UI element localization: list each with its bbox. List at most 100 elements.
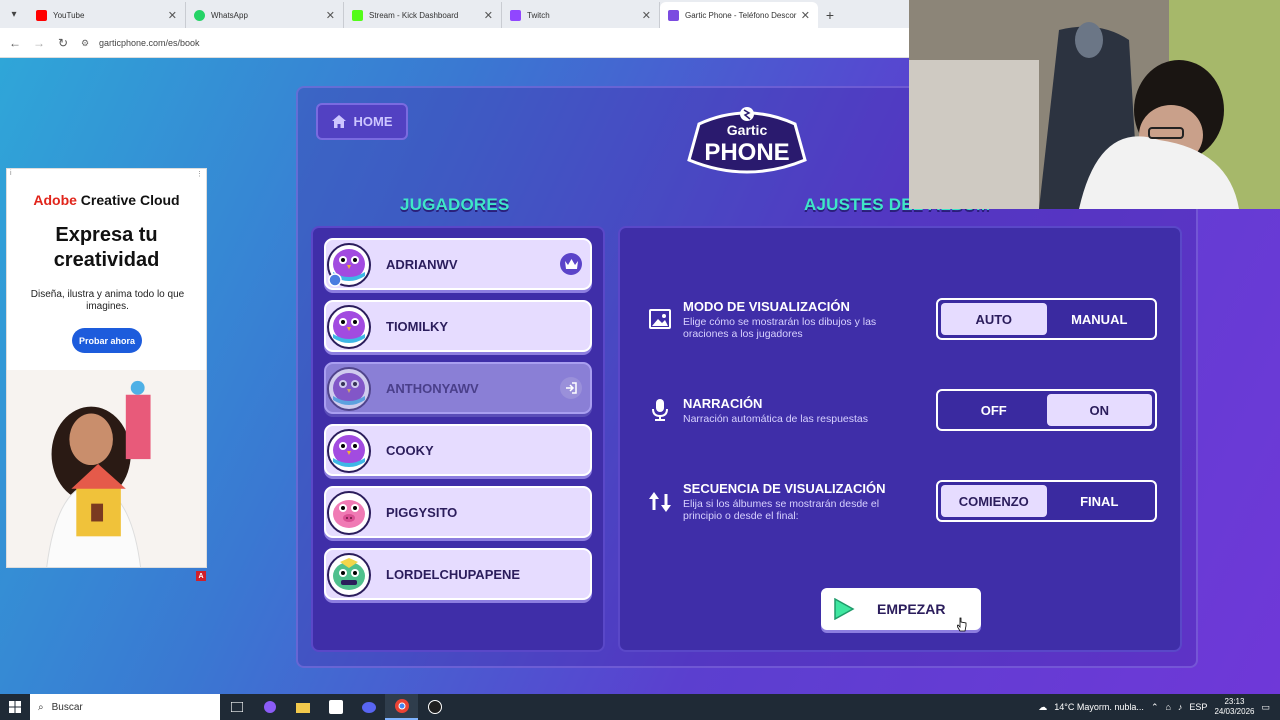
tab-title: Stream - Kick Dashboard	[369, 10, 459, 20]
chrome-icon[interactable]	[385, 694, 418, 720]
whatsapp-icon	[194, 9, 205, 21]
player-name: PIGGYSITO	[386, 504, 458, 520]
twitch-icon	[510, 9, 521, 21]
gartic-icon	[668, 9, 679, 21]
chevron-up-icon[interactable]: ⌃	[1151, 702, 1159, 713]
tab-title: WhatsApp	[211, 10, 248, 20]
ad-brand: Adobe Creative Cloud	[7, 192, 206, 208]
close-tab-icon[interactable]: ✕	[801, 9, 810, 22]
logo-top-text: Gartic	[727, 122, 768, 138]
kick-logo-icon	[352, 9, 363, 21]
sort-arrows-icon	[649, 492, 671, 512]
webcam-overlay	[909, 0, 1280, 209]
tab-gartic-phone[interactable]: Gartic Phone - Teléfono Descor ✕	[660, 2, 818, 28]
discord-icon[interactable]	[352, 694, 385, 720]
option-auto[interactable]: AUTO	[941, 303, 1047, 335]
player-card[interactable]: COOKY	[324, 424, 592, 476]
play-icon	[834, 598, 855, 620]
tab-title: YouTube	[53, 10, 85, 20]
crown-icon	[560, 253, 582, 275]
ad-info-icon[interactable]: i	[10, 170, 12, 178]
home-button[interactable]: HOME	[316, 103, 408, 140]
clock[interactable]: 23:13 24/03/2026	[1214, 697, 1254, 717]
option-on[interactable]: ON	[1046, 394, 1152, 426]
copilot-icon[interactable]	[253, 694, 286, 720]
network-icon[interactable]: ⌂	[1165, 702, 1170, 712]
image-icon	[649, 309, 671, 329]
youtube-icon	[36, 9, 47, 21]
url-text: garticphone.com/es/book	[99, 37, 200, 48]
player-avatar	[327, 243, 371, 287]
close-tab-icon[interactable]: ✕	[642, 9, 651, 22]
file-explorer-icon[interactable]	[286, 694, 319, 720]
player-card[interactable]: ANTHONYAWV	[324, 362, 592, 414]
view-mode-toggle: AUTO MANUAL	[936, 298, 1157, 340]
task-view-icon[interactable]	[220, 694, 253, 720]
player-card[interactable]: TIOMILKY	[324, 300, 592, 352]
setting-title: NARRACIÓN	[683, 396, 763, 411]
reload-icon[interactable]: ↻	[51, 36, 75, 50]
player-avatar	[327, 367, 371, 411]
player-name: COOKY	[386, 442, 434, 458]
player-avatar	[327, 429, 371, 473]
gartic-phone-logo: Gartic PHONE	[687, 107, 807, 174]
close-tab-icon[interactable]: ✕	[326, 9, 335, 22]
player-avatar	[327, 491, 371, 535]
obs-icon[interactable]	[418, 694, 451, 720]
ad-cta-button[interactable]: Probar ahora	[72, 328, 142, 353]
clock-time: 23:13	[1224, 697, 1245, 706]
system-tray: ☁ 14°C Mayorm. nubla... ⌃ ⌂ ♪ ESP 23:13 …	[1038, 694, 1280, 720]
logo-bottom-text: PHONE	[704, 139, 789, 166]
weather-text[interactable]: 14°C Mayorm. nubla...	[1054, 702, 1144, 712]
tab-search-icon[interactable]: ▾	[0, 0, 28, 28]
taskbar-search[interactable]: ⌕ Buscar	[30, 694, 220, 720]
sequence-toggle: COMIENZO FINAL	[936, 480, 1157, 522]
player-avatar	[327, 305, 371, 349]
tab-kick[interactable]: Stream - Kick Dashboard ✕	[344, 2, 502, 28]
close-tab-icon[interactable]: ✕	[168, 9, 177, 22]
kick-player-icon[interactable]	[560, 377, 582, 399]
language-indicator[interactable]: ESP	[1189, 702, 1207, 712]
option-final[interactable]: FINAL	[1047, 485, 1153, 517]
player-avatar	[327, 553, 371, 597]
tab-whatsapp[interactable]: WhatsApp ✕	[186, 2, 344, 28]
ad-image	[7, 369, 206, 567]
players-title: JUGADORES	[400, 195, 510, 214]
player-name: LORDELCHUPAPENE	[386, 566, 521, 582]
ad-header: i ⋮	[7, 169, 206, 179]
ad-brand-rest: Creative Cloud	[76, 192, 180, 208]
player-card[interactable]: ADRIANWV	[324, 238, 592, 290]
webcam-image	[909, 0, 1280, 209]
windows-start-icon[interactable]	[0, 694, 30, 720]
option-comienzo[interactable]: COMIENZO	[941, 485, 1047, 517]
option-off[interactable]: OFF	[941, 394, 1047, 426]
mouse-cursor-icon	[957, 617, 967, 632]
setting-description: Elija si los álbumes se mostrarán desde …	[683, 498, 880, 522]
option-manual[interactable]: MANUAL	[1047, 303, 1153, 335]
weather-icon[interactable]: ☁	[1038, 702, 1047, 713]
new-tab-button[interactable]: +	[818, 2, 842, 28]
player-card[interactable]: PIGGYSITO	[324, 486, 592, 538]
ad-banner[interactable]: i ⋮ Adobe Creative Cloud Expresa tu crea…	[6, 168, 207, 568]
volume-icon[interactable]: ♪	[1178, 702, 1183, 712]
back-icon[interactable]: ←	[3, 36, 27, 50]
tab-youtube[interactable]: YouTube ✕	[28, 2, 186, 28]
close-tab-icon[interactable]: ✕	[484, 9, 493, 22]
player-card[interactable]: LORDELCHUPAPENE	[324, 548, 592, 600]
notification-icon[interactable]: ▭	[1261, 702, 1270, 713]
tab-twitch[interactable]: Twitch ✕	[502, 2, 660, 28]
home-label: HOME	[353, 114, 393, 129]
ad-more-icon[interactable]: ⋮	[196, 170, 203, 178]
store-icon[interactable]	[319, 694, 352, 720]
taskbar: ⌕ Buscar ☁ 14°C Mayorm. nubla... ⌃ ⌂ ♪ E…	[0, 694, 1280, 720]
home-icon	[331, 115, 346, 128]
forward-icon[interactable]: →	[27, 36, 51, 50]
player-name: TIOMILKY	[386, 318, 449, 334]
ad-badge[interactable]: A	[196, 571, 206, 581]
search-icon: ⌕	[38, 701, 44, 713]
setting-title: MODO DE VISUALIZACIÓN	[683, 299, 850, 314]
site-info-icon[interactable]: ⚙	[81, 38, 91, 48]
url-field[interactable]: ⚙ garticphone.com/es/book	[81, 38, 200, 48]
narration-toggle: OFF ON	[936, 389, 1157, 431]
ad-headline-2: creatividad	[53, 249, 160, 271]
